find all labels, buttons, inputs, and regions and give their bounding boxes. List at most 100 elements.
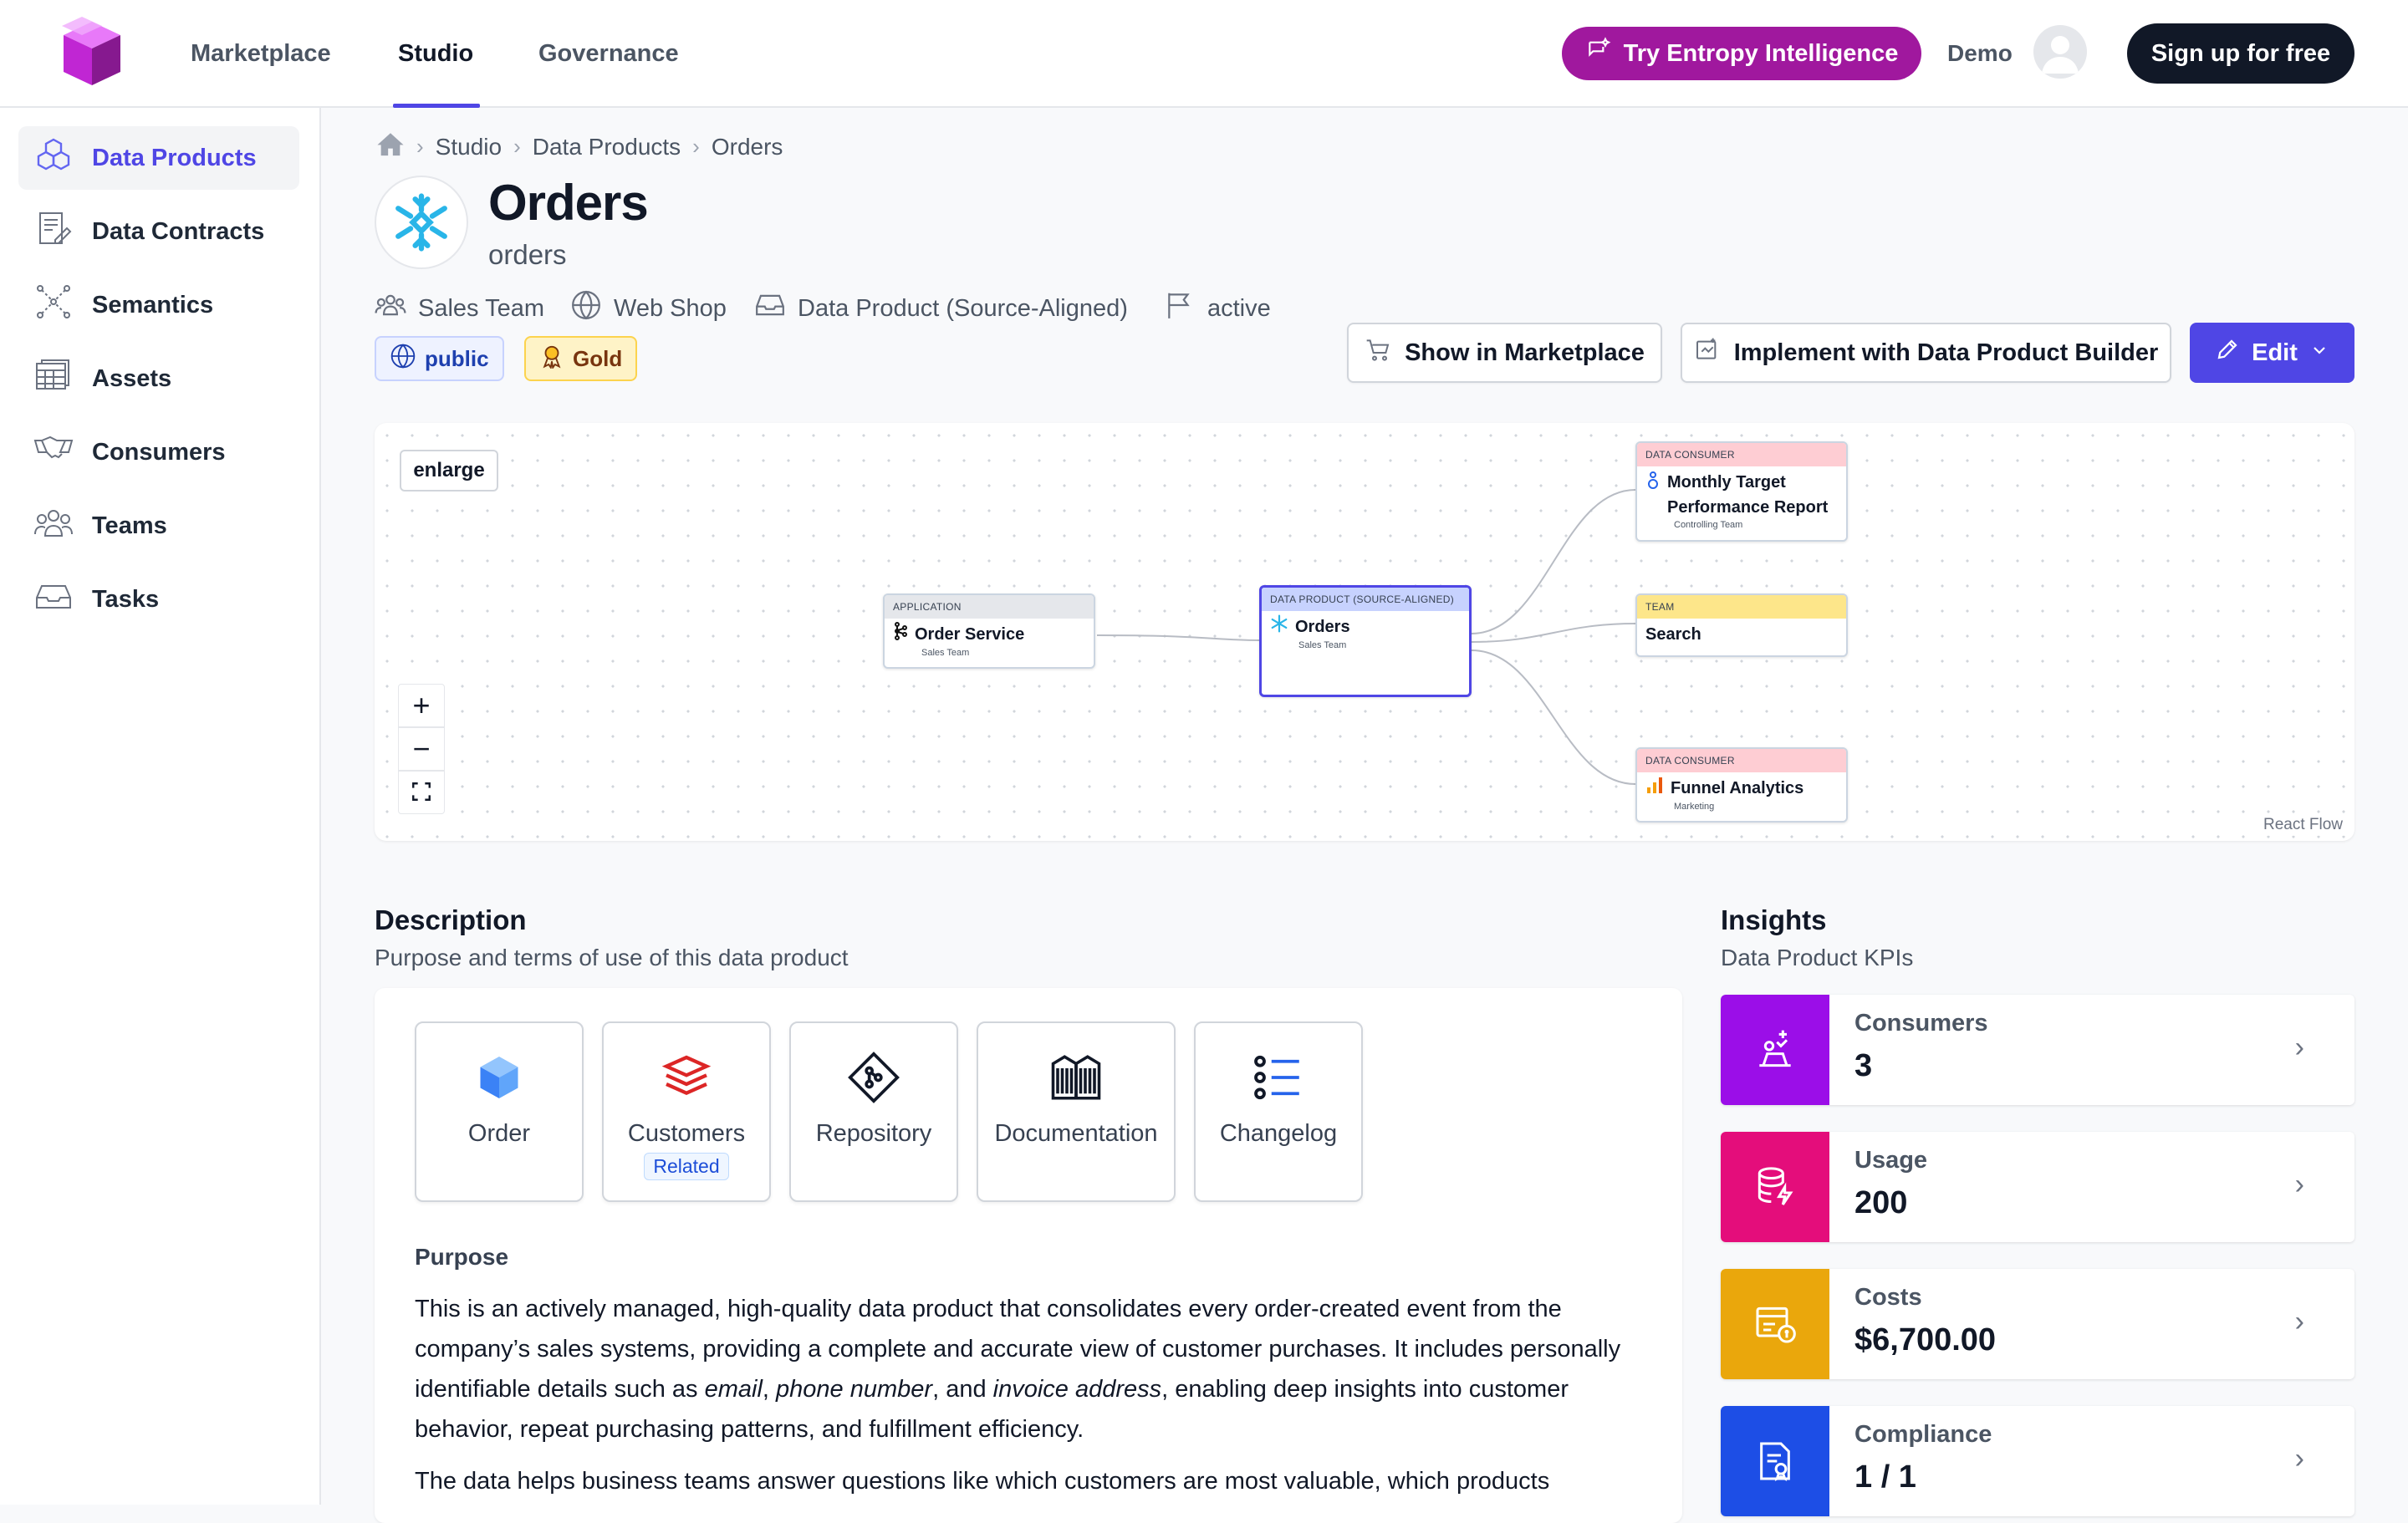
node-subtitle: Sales Team [921, 648, 970, 658]
tile-label: Customers [627, 1120, 746, 1147]
meta-type: Data Product (Source-Aligned) [754, 289, 1128, 328]
contract-icon [33, 208, 74, 255]
snowflake-logo [375, 176, 468, 269]
tile-customers[interactable]: Customers Related [602, 1021, 771, 1202]
chevron-right-icon: › [2294, 1443, 2304, 1475]
consumers-icon [1721, 995, 1829, 1105]
kpi-label: Compliance [1854, 1421, 1992, 1448]
entropy-logo[interactable] [57, 17, 127, 90]
node-subtitle: Controlling Team [1674, 520, 1743, 530]
node-orders[interactable]: DATA PRODUCT (SOURCE-ALIGNED) Orders Sal… [1259, 585, 1472, 697]
purpose-paragraph-1: This is an actively managed, high-qualit… [415, 1296, 1621, 1443]
list-icon [1249, 1048, 1308, 1107]
zoom-in-button[interactable]: + [398, 684, 445, 727]
breadcrumb: › Studio › Data Products › Orders [376, 130, 783, 163]
node-type-label: DATA CONSUMER [1637, 443, 1846, 466]
user-name[interactable]: Demo [1947, 40, 2013, 67]
kpi-usage[interactable]: Usage 200 › [1721, 1132, 2354, 1242]
sidebar-item-semantics[interactable]: Semantics [18, 273, 299, 337]
medal-icon [539, 344, 564, 374]
implement-with-builder-button[interactable]: Implement with Data Product Builder [1681, 323, 2171, 383]
sidebar-item-data-contracts[interactable]: Data Contracts [18, 200, 299, 263]
node-subtitle: Marketing [1674, 802, 1715, 812]
table-icon [33, 355, 74, 402]
node-type-label: APPLICATION [885, 595, 1094, 619]
cube-icon [470, 1048, 528, 1107]
chevron-right-icon: › [416, 134, 424, 159]
lineage-flow-canvas[interactable]: enlarge + − React Flow APPLICATION Order… [375, 423, 2354, 841]
react-flow-attribution[interactable]: React Flow [2258, 814, 2348, 836]
sidebar-item-consumers[interactable]: Consumers [18, 420, 299, 484]
description-card: Order Customers Related Repository Docum… [375, 988, 1682, 1523]
home-icon[interactable] [376, 130, 405, 163]
zoom-out-button[interactable]: − [398, 727, 445, 771]
node-order-service[interactable]: APPLICATION Order Service Sales Team [883, 593, 1095, 669]
meta-status: active [1164, 289, 1271, 328]
node-subtitle: Sales Team [1298, 640, 1347, 650]
try-entropy-intelligence-button[interactable]: Try Entropy Intelligence [1562, 27, 1921, 80]
node-type-label: DATA CONSUMER [1637, 749, 1846, 772]
purpose-paragraph-2: The data helps business teams answer que… [415, 1468, 1550, 1495]
edge-order-service-to-orders [1096, 634, 1260, 641]
node-title: Orders [1262, 611, 1469, 640]
meta-domain[interactable]: Web Shop [570, 289, 727, 328]
kpi-consumers[interactable]: Consumers 3 › [1721, 995, 2354, 1105]
nav-marketplace[interactable]: Marketplace [191, 40, 331, 68]
sidebar-item-assets[interactable]: Assets [18, 347, 299, 410]
visibility-badge: public [375, 336, 504, 381]
graph-icon [33, 282, 74, 329]
sidebar-item-label: Assets [92, 364, 172, 392]
meta-team[interactable]: Sales Team [375, 289, 544, 328]
nav-governance[interactable]: Governance [538, 40, 679, 68]
kpi-value: 200 [1854, 1185, 1908, 1220]
edit-button[interactable]: Edit [2190, 323, 2354, 383]
team-name: Sales Team [418, 294, 544, 322]
node-search-team[interactable]: TEAM Search [1635, 593, 1848, 657]
tile-order[interactable]: Order [415, 1021, 584, 1202]
breadcrumb-current: Orders [711, 133, 783, 160]
breadcrumb-data-products[interactable]: Data Products [533, 134, 681, 160]
user-avatar[interactable] [2033, 25, 2087, 79]
enlarge-button[interactable]: enlarge [400, 450, 498, 492]
breadcrumb-studio[interactable]: Studio [436, 134, 502, 160]
node-type-label: DATA PRODUCT (SOURCE-ALIGNED) [1262, 588, 1469, 611]
page-subtitle: orders [488, 239, 567, 270]
node-title: Monthly Target Performance Report [1637, 466, 1846, 520]
nav-studio[interactable]: Studio [398, 40, 473, 68]
page-title: Orders [488, 175, 649, 231]
edit-label: Edit [2252, 339, 2298, 366]
term-email: email [704, 1376, 763, 1403]
users-icon [33, 502, 74, 549]
edge-orders-to-funnel [1471, 649, 1636, 785]
users-icon [375, 289, 406, 328]
chevron-down-icon [2309, 339, 2329, 367]
tile-repository[interactable]: Repository [789, 1021, 958, 1202]
tile-label: Repository [815, 1120, 932, 1147]
sidebar-item-teams[interactable]: Teams [18, 494, 299, 558]
chevron-right-icon: › [513, 134, 521, 159]
edge-orders-to-monthly [1471, 489, 1636, 634]
sidebar-item-label: Semantics [92, 291, 214, 318]
sidebar-item-tasks[interactable]: Tasks [18, 568, 299, 631]
node-funnel-analytics[interactable]: DATA CONSUMER Funnel Analytics Marketing [1635, 747, 1848, 823]
sidebar-item-data-products[interactable]: Data Products [18, 126, 299, 190]
sign-up-button[interactable]: Sign up for free [2127, 23, 2354, 84]
chat-sparkle-icon [1585, 37, 1612, 70]
person-icon [1645, 470, 1661, 499]
kpi-value: 1 / 1 [1854, 1459, 1916, 1495]
tile-changelog[interactable]: Changelog [1194, 1021, 1363, 1202]
builder-label: Implement with Data Product Builder [1733, 339, 2159, 366]
sidebar-item-label: Consumers [92, 438, 226, 466]
show-in-marketplace-button[interactable]: Show in Marketplace [1347, 323, 1662, 383]
tile-documentation[interactable]: Documentation [977, 1021, 1176, 1202]
database-icon [1721, 1132, 1829, 1242]
snowflake-icon [1270, 614, 1288, 640]
kpi-compliance[interactable]: Compliance 1 / 1 › [1721, 1406, 2354, 1516]
globe-icon [390, 343, 416, 375]
sidebar: Data Products Data Contracts Semantics A… [0, 108, 321, 1505]
compliance-icon [1721, 1406, 1829, 1516]
kpi-costs[interactable]: Costs $6,700.00 › [1721, 1269, 2354, 1379]
fit-view-button[interactable] [398, 771, 445, 814]
node-monthly-target-report[interactable]: DATA CONSUMER Monthly Target Performance… [1635, 441, 1848, 542]
kafka-icon [893, 622, 908, 648]
